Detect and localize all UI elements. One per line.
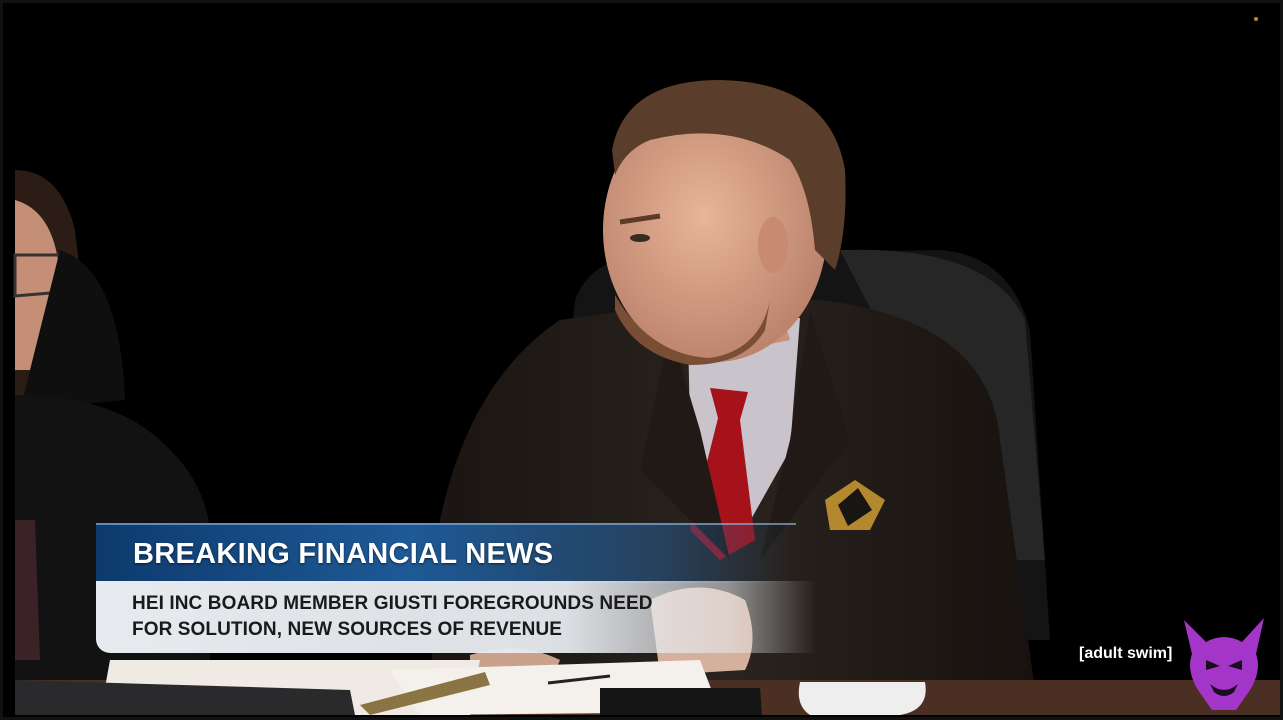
purple-demon-icon — [1184, 618, 1264, 710]
status-dot — [1254, 17, 1258, 21]
lower-third-header: BREAKING FINANCIAL NEWS — [96, 523, 796, 583]
network-watermark: [adult swim] — [1079, 645, 1173, 662]
lower-third-body: HEI INC BOARD MEMBER GIUSTI FOREGROUNDS … — [96, 581, 816, 653]
headline-line-1: HEI INC BOARD MEMBER GIUSTI FOREGROUNDS … — [132, 593, 653, 614]
lower-third-title: BREAKING FINANCIAL NEWS — [133, 538, 554, 570]
headline-line-2: FOR SOLUTION, NEW SOURCES OF REVENUE — [132, 619, 563, 640]
news-lower-third: BREAKING FINANCIAL NEWS HEI INC BOARD ME… — [96, 523, 816, 653]
